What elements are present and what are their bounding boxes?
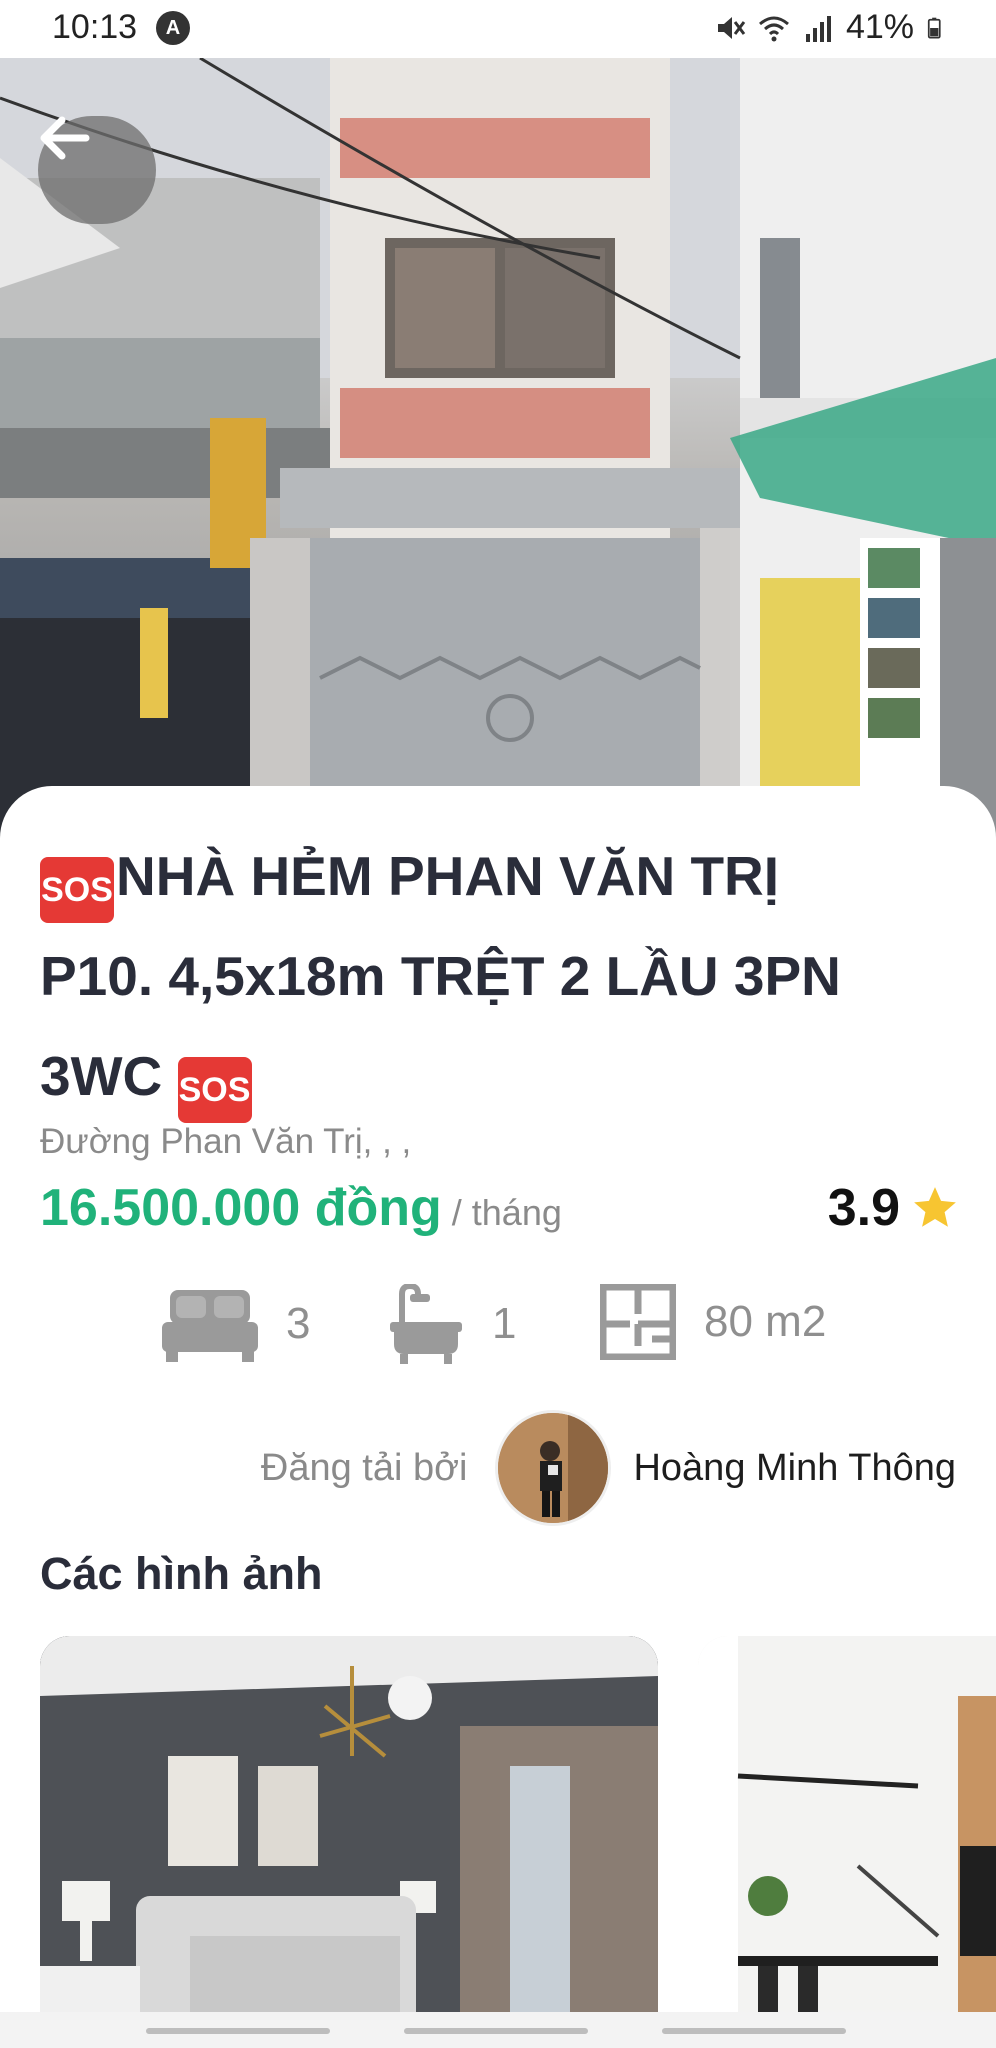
status-bar: 10:13 A 41% [0, 0, 996, 58]
gallery-image[interactable] [40, 1636, 658, 2036]
nav-recents-button[interactable] [146, 2028, 330, 2034]
bedroom-count: 3 [286, 1299, 311, 1348]
gallery-title: Các hình ảnh [40, 1548, 323, 1599]
bathtub-icon [390, 1284, 462, 1364]
system-nav-bar [0, 2012, 996, 2048]
signal-icon [805, 15, 831, 42]
floor-plan-icon [600, 1284, 676, 1360]
nav-home-button[interactable] [404, 2028, 588, 2034]
price-row: 16.500.000 đồng / tháng 3.9 [40, 1178, 960, 1248]
battery-icon [927, 17, 941, 38]
area-value: 80 m2 [704, 1297, 827, 1346]
listing-price: 16.500.000 đồng [40, 1179, 442, 1237]
spec-bathrooms: 1 [388, 1284, 516, 1364]
owner-name[interactable]: Hoàng Minh Thông [633, 1447, 956, 1490]
bedroom-photo [40, 1636, 658, 2036]
wifi-icon [758, 16, 789, 41]
title-line-1: NHÀ HẺM PHAN VĂN TRỊ [116, 845, 780, 907]
bed-icon [162, 1290, 258, 1362]
rating: 3.9 [828, 1178, 960, 1238]
price-unit: / tháng [451, 1192, 562, 1233]
mute-icon [717, 16, 746, 39]
posted-by[interactable]: Đăng tải bởi Hoàng Minh Thông [261, 1410, 956, 1526]
hero-image [0, 58, 996, 848]
title-line-3: 3WC [40, 1045, 163, 1107]
listing-address: Đường Phan Văn Trị, , , [40, 1122, 412, 1161]
back-button[interactable] [38, 116, 156, 224]
notification-a-icon: A [156, 11, 190, 45]
rating-value: 3.9 [827, 1179, 900, 1237]
battery-percent: 41% [845, 8, 914, 46]
posted-by-label: Đăng tải bởi [260, 1446, 468, 1489]
image-gallery[interactable] [40, 1636, 996, 2036]
gallery-image[interactable] [698, 1636, 996, 2036]
nav-back-button[interactable] [662, 2028, 846, 2034]
spec-area: 80 m2 [600, 1284, 826, 1360]
sos-icon: SOS [40, 857, 114, 923]
star-icon [914, 1187, 956, 1227]
listing-title: SOSNHÀ HẺM PHAN VĂN TRỊ P10. 4,5x18m TRỆ… [40, 826, 970, 1126]
status-time: 10:13 [52, 8, 138, 46]
owner-photo [498, 1413, 609, 1523]
listing-details-card: SOSNHÀ HẺM PHAN VĂN TRỊ P10. 4,5x18m TRỆ… [0, 786, 996, 2048]
interior-photo [698, 1636, 996, 2036]
sos-icon: SOS [177, 1057, 252, 1123]
title-line-2: P10. 4,5x18m TRỆT 2 LẦU 3PN [40, 945, 841, 1007]
listing-specs: 3 1 80 m2 [0, 1278, 996, 1368]
spec-bedrooms: 3 [162, 1286, 310, 1362]
avatar[interactable] [495, 1410, 612, 1526]
status-icons: 41% [714, 8, 948, 47]
bathroom-count: 1 [492, 1299, 517, 1348]
arrow-left-icon [40, 116, 90, 160]
